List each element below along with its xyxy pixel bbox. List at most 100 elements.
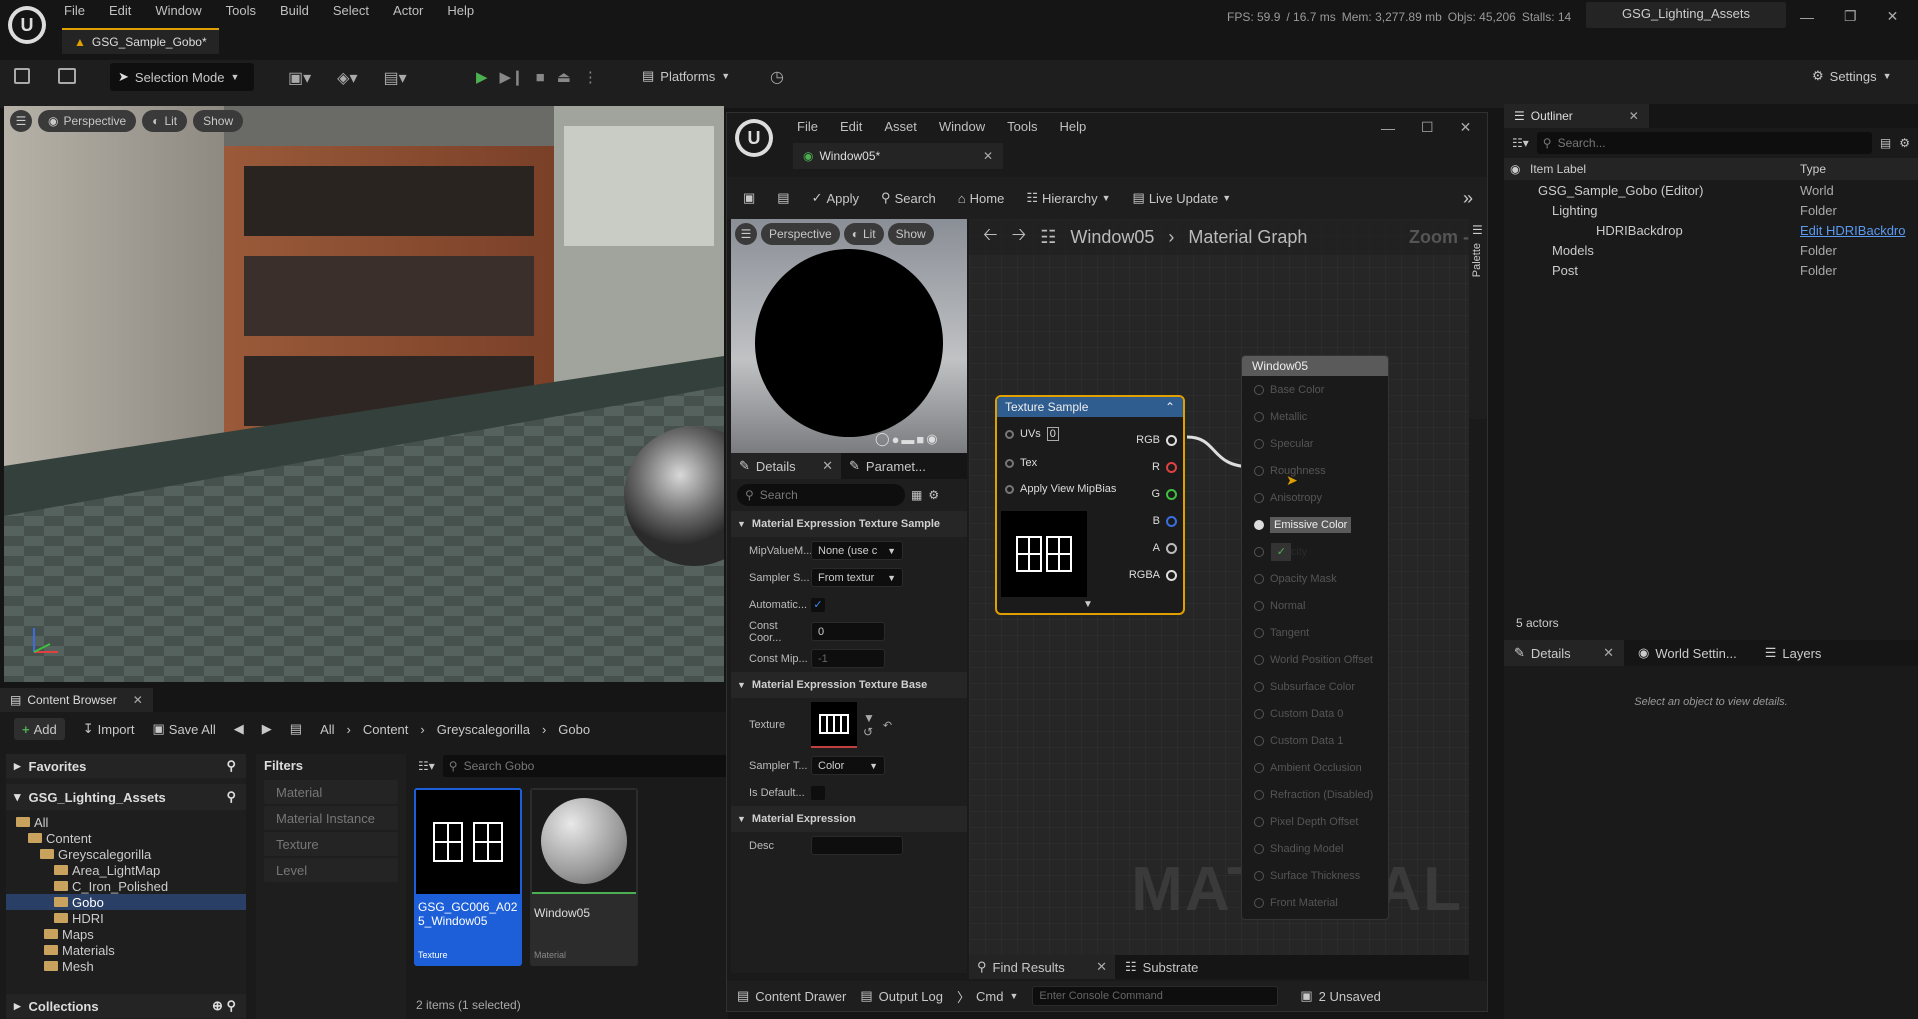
- menu-build[interactable]: Build: [280, 3, 309, 18]
- substrate-tab[interactable]: ☷ Substrate: [1115, 959, 1208, 975]
- tree-item-hdri[interactable]: HDRI: [6, 910, 246, 926]
- source-control-icon[interactable]: ◷: [770, 67, 784, 87]
- menu-window[interactable]: Window: [155, 3, 201, 18]
- input-subsurface-color[interactable]: Subsurface Color: [1242, 673, 1388, 700]
- close-tab-icon[interactable]: ✕: [1603, 645, 1614, 661]
- texture-slot-thumbnail[interactable]: [811, 702, 857, 748]
- asset-tile-texture[interactable]: GSG_GC006_A025_Window05 Texture: [414, 788, 522, 966]
- preview-show-button[interactable]: Show: [887, 223, 934, 245]
- input-emissive-color[interactable]: Emissive Color: [1242, 511, 1388, 538]
- menu-select[interactable]: Select: [333, 3, 369, 18]
- browse-icon[interactable]: [58, 68, 76, 84]
- unreal-logo-icon[interactable]: U: [8, 6, 46, 44]
- menu-actor[interactable]: Actor: [393, 3, 423, 18]
- hierarchy-dropdown[interactable]: ☷ Hierarchy ▼: [1026, 190, 1110, 206]
- outliner-search-input[interactable]: ⚲ Search...: [1536, 132, 1872, 154]
- outliner-tab[interactable]: ☰ Outliner ✕: [1504, 104, 1649, 128]
- asset-tile-material[interactable]: Window05 Material: [530, 788, 638, 966]
- sphere-icon[interactable]: ●: [892, 432, 900, 447]
- platforms-dropdown[interactable]: ▤ Platforms ▼: [642, 68, 730, 84]
- menu-help[interactable]: Help: [1059, 119, 1086, 134]
- const-mip-input[interactable]: -1: [811, 649, 885, 668]
- input-front-material[interactable]: Front Material: [1242, 889, 1388, 916]
- apply-button[interactable]: ✓ Apply: [812, 190, 859, 206]
- favorites-header[interactable]: ▸ Favorites ⚲: [6, 754, 246, 778]
- add-actor-icon[interactable]: ▣▾: [288, 68, 311, 88]
- filter-material[interactable]: Material: [264, 780, 398, 804]
- unsaved-button[interactable]: ▣ 2 Unsaved: [1300, 988, 1380, 1004]
- perspective-button[interactable]: ◉ Perspective: [38, 110, 137, 132]
- parameters-tab[interactable]: ✎ Paramet...: [841, 458, 934, 474]
- input-refraction[interactable]: Refraction (Disabled): [1242, 781, 1388, 808]
- add-folder-icon[interactable]: ▤: [1880, 136, 1891, 150]
- details-tab[interactable]: ✎ Details ✕: [1504, 640, 1624, 666]
- stop-icon[interactable]: ■: [536, 69, 545, 86]
- blueprint-icon[interactable]: ◈▾: [337, 68, 357, 88]
- teapot-icon[interactable]: ◉: [926, 431, 937, 447]
- input-metallic[interactable]: Metallic: [1242, 403, 1388, 430]
- close-tab-icon[interactable]: ✕: [1096, 959, 1107, 975]
- output-log-button[interactable]: ▤ Output Log: [860, 988, 943, 1004]
- minimize-icon[interactable]: —: [1800, 9, 1814, 25]
- sampler-source-dropdown[interactable]: From textur ▼: [811, 568, 903, 587]
- input-ambient-occlusion[interactable]: Ambient Occlusion: [1242, 754, 1388, 781]
- preview-lit-button[interactable]: ◐ Lit: [843, 223, 884, 245]
- input-normal[interactable]: Normal: [1242, 592, 1388, 619]
- minimize-icon[interactable]: —: [1381, 120, 1395, 136]
- input-shading-model[interactable]: Shading Model: [1242, 835, 1388, 862]
- breadcrumb-all[interactable]: All: [320, 722, 334, 737]
- desc-input[interactable]: [811, 836, 903, 855]
- hamburger-icon[interactable]: ☰: [10, 110, 32, 132]
- input-anisotropy[interactable]: Anisotropy: [1242, 484, 1388, 511]
- input-surface-thickness[interactable]: Surface Thickness: [1242, 862, 1388, 889]
- maximize-icon[interactable]: ❐: [1844, 8, 1857, 25]
- tree-item-gobo[interactable]: Gobo: [6, 894, 246, 910]
- uvs-input[interactable]: UVs 0: [1005, 427, 1059, 441]
- hamburger-icon[interactable]: ☰: [735, 223, 757, 245]
- gear-icon[interactable]: ⚙: [928, 488, 939, 502]
- input-pixel-depth-offset[interactable]: Pixel Depth Offset: [1242, 808, 1388, 835]
- outliner-row-post[interactable]: Post Folder: [1504, 260, 1918, 280]
- material-tab[interactable]: ◉ Window05* ✕: [793, 143, 1003, 169]
- filter-texture[interactable]: Texture: [264, 832, 398, 856]
- material-graph[interactable]: 🡠 🡢 ☷ Window05 › Material Graph Zoom -1 …: [969, 219, 1469, 955]
- console-command-input[interactable]: Enter Console Command: [1032, 986, 1279, 1006]
- cmd-dropdown[interactable]: 〉 Cmd ▼: [957, 987, 1018, 1006]
- table-view-icon[interactable]: ▦: [911, 488, 922, 502]
- back-icon[interactable]: ◀: [234, 721, 244, 737]
- eye-icon[interactable]: ◉: [1504, 162, 1524, 176]
- column-item-label[interactable]: Item Label: [1524, 162, 1800, 176]
- mip-value-mode-dropdown[interactable]: None (use c ▼: [811, 541, 903, 560]
- preview-perspective-button[interactable]: Perspective: [761, 223, 840, 245]
- tex-input[interactable]: Tex: [1005, 457, 1037, 469]
- layers-tab[interactable]: ☰ Layers: [1751, 645, 1836, 661]
- close-icon[interactable]: ✕: [1887, 8, 1899, 25]
- settings-dropdown[interactable]: ⚙ Settings ▼: [1812, 68, 1892, 84]
- asset-search-input[interactable]: ⚲ Search Gobo: [442, 755, 728, 777]
- input-world-position-offset[interactable]: World Position Offset: [1242, 646, 1388, 673]
- breadcrumb-greyscalegorilla[interactable]: Greyscalegorilla: [437, 722, 530, 737]
- import-button[interactable]: ↧ Import: [83, 721, 135, 737]
- section-texture-sample[interactable]: ▼ Material Expression Texture Sample: [731, 511, 967, 537]
- details-search-input[interactable]: ⚲ Search: [737, 484, 905, 506]
- outliner-row-models[interactable]: Models Folder: [1504, 240, 1918, 260]
- mipbias-input[interactable]: Apply View MipBias: [1005, 483, 1116, 495]
- input-opacity-mask[interactable]: Opacity Mask: [1242, 565, 1388, 592]
- maximize-icon[interactable]: ☐: [1421, 119, 1434, 136]
- outliner-row-lighting[interactable]: Lighting Folder: [1504, 200, 1918, 220]
- menu-asset[interactable]: Asset: [884, 119, 917, 134]
- menu-file[interactable]: File: [64, 3, 85, 18]
- palette-side-tab[interactable]: ☰ Palette: [1469, 219, 1487, 419]
- filter-icon[interactable]: ☷▾: [1512, 136, 1529, 150]
- collapse-icon[interactable]: ⌃: [1165, 400, 1175, 414]
- input-roughness[interactable]: Roughness: [1242, 457, 1388, 484]
- section-material-expression[interactable]: ▼ Material Expression: [731, 806, 967, 832]
- search-icon[interactable]: ⚲: [226, 758, 236, 774]
- output-rgba[interactable]: RGBA: [1129, 562, 1177, 589]
- tree-item-greyscalegorilla[interactable]: Greyscalegorilla: [6, 846, 246, 862]
- output-a[interactable]: A: [1129, 535, 1177, 562]
- input-specular[interactable]: Specular: [1242, 430, 1388, 457]
- tree-item-materials[interactable]: Materials: [6, 942, 246, 958]
- filter-level[interactable]: Level: [264, 858, 398, 882]
- tree-item-area-lightmap[interactable]: Area_LightMap: [6, 862, 246, 878]
